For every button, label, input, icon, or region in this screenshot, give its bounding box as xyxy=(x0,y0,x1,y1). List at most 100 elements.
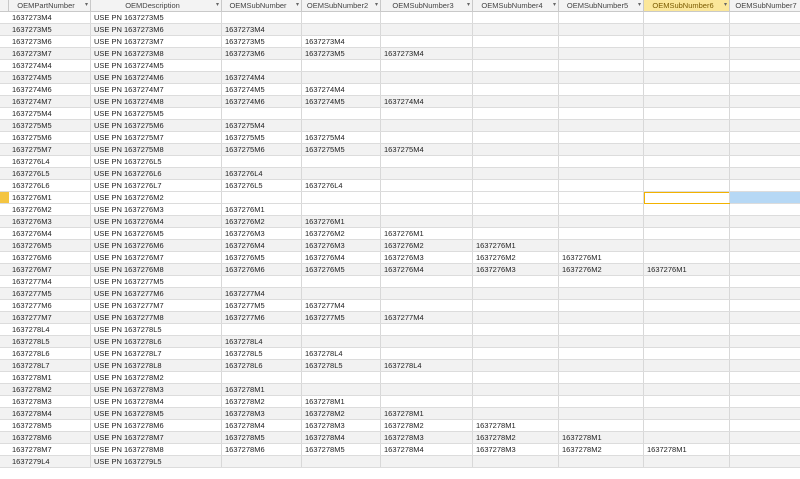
table-cell-oemsubnumber[interactable]: 1637274M6 xyxy=(222,96,302,107)
record-selector[interactable] xyxy=(0,336,9,347)
table-cell-oemsubnumber[interactable]: 1637278L4 xyxy=(222,336,302,347)
table-cell-oemsubnumber4[interactable]: 1637278M1 xyxy=(473,420,559,431)
table-cell-oemsubnumber5[interactable] xyxy=(559,60,644,71)
table-cell-oemsubnumber4[interactable] xyxy=(473,24,559,35)
table-cell-oemsubnumber[interactable]: 1637273M4 xyxy=(222,24,302,35)
table-row[interactable]: 1637273M5 USE PN 1637273M6 1637273M4 xyxy=(0,24,800,36)
table-cell-oemsubnumber7[interactable] xyxy=(730,84,800,95)
table-cell-oemsubnumber2[interactable]: 1637276M2 xyxy=(302,228,381,239)
table-cell-oemsubnumber4[interactable] xyxy=(473,372,559,383)
sort-filter-dropdown-icon[interactable]: ▾ xyxy=(216,0,219,11)
table-cell-oempartnumber[interactable]: 1637276M7 xyxy=(9,264,91,275)
table-cell-oemsubnumber6[interactable] xyxy=(644,456,730,467)
table-cell-oemsubnumber4[interactable]: 1637278M3 xyxy=(473,444,559,455)
table-cell-oemsubnumber3[interactable] xyxy=(381,348,473,359)
sort-filter-dropdown-icon[interactable]: ▾ xyxy=(638,0,641,11)
table-cell-oemdescription[interactable]: USE PN 1637276L7 xyxy=(91,180,222,191)
column-header-oemsubnumber6[interactable]: OEMSubNumber6 ▾ xyxy=(644,0,730,11)
table-cell-oemsubnumber[interactable]: 1637276M5 xyxy=(222,252,302,263)
table-cell-oemsubnumber7[interactable] xyxy=(730,216,800,227)
record-selector[interactable] xyxy=(0,252,9,263)
table-cell-oemdescription[interactable]: USE PN 1637274M6 xyxy=(91,72,222,83)
table-cell-oemsubnumber3[interactable]: 1637273M4 xyxy=(381,48,473,59)
record-selector[interactable] xyxy=(0,216,9,227)
record-selector[interactable] xyxy=(0,132,9,143)
table-cell-oemsubnumber2[interactable]: 1637278M4 xyxy=(302,432,381,443)
table-cell-oemsubnumber7[interactable] xyxy=(730,12,800,23)
record-selector[interactable] xyxy=(0,372,9,383)
table-cell-oemsubnumber[interactable] xyxy=(222,192,302,203)
table-cell-oemsubnumber6[interactable] xyxy=(644,252,730,263)
table-row[interactable]: 1637276M3 USE PN 1637276M4 1637276M2 163727… xyxy=(0,216,800,228)
table-row[interactable]: 1637273M4 USE PN 1637273M5 xyxy=(0,12,800,24)
table-cell-oemsubnumber2[interactable]: 1637277M4 xyxy=(302,300,381,311)
table-cell-oemsubnumber2[interactable]: 1637278M2 xyxy=(302,408,381,419)
table-cell-oemsubnumber7[interactable] xyxy=(730,372,800,383)
record-selector[interactable] xyxy=(0,396,9,407)
table-cell-oemdescription[interactable]: USE PN 1637275M7 xyxy=(91,132,222,143)
table-cell-oemdescription[interactable]: USE PN 1637276M7 xyxy=(91,252,222,263)
table-cell-oemsubnumber5[interactable] xyxy=(559,120,644,131)
table-cell-oemdescription[interactable]: USE PN 1637276M6 xyxy=(91,240,222,251)
table-cell-oemsubnumber7[interactable] xyxy=(730,456,800,467)
table-cell-oemsubnumber4[interactable] xyxy=(473,324,559,335)
table-cell-oemsubnumber7[interactable] xyxy=(730,396,800,407)
table-cell-oempartnumber[interactable]: 1637273M6 xyxy=(9,36,91,47)
table-cell-oemsubnumber2[interactable]: 1637278M5 xyxy=(302,444,381,455)
record-selector[interactable] xyxy=(0,84,9,95)
table-cell-oemsubnumber[interactable]: 1637278M2 xyxy=(222,396,302,407)
table-cell-oemsubnumber2[interactable] xyxy=(302,456,381,467)
table-cell-oempartnumber[interactable]: 1637275M5 xyxy=(9,120,91,131)
table-cell-oemdescription[interactable]: USE PN 1637274M8 xyxy=(91,96,222,107)
table-cell-oemdescription[interactable]: USE PN 1637278M5 xyxy=(91,408,222,419)
table-cell-oemsubnumber[interactable]: 1637276M6 xyxy=(222,264,302,275)
table-cell-oemsubnumber6[interactable] xyxy=(644,360,730,371)
table-cell-oemsubnumber6[interactable] xyxy=(644,12,730,23)
table-cell-oemsubnumber6[interactable] xyxy=(644,156,730,167)
table-cell-oemsubnumber6[interactable] xyxy=(644,72,730,83)
table-cell-oemsubnumber3[interactable] xyxy=(381,132,473,143)
table-cell-oemsubnumber3[interactable] xyxy=(381,276,473,287)
record-selector[interactable] xyxy=(0,144,9,155)
table-cell-oemsubnumber2[interactable] xyxy=(302,156,381,167)
table-cell-oemsubnumber3[interactable] xyxy=(381,384,473,395)
table-cell-oemsubnumber7[interactable] xyxy=(730,180,800,191)
table-row[interactable]: 1637277M7 USE PN 1637277M8 1637277M6 163727… xyxy=(0,312,800,324)
table-cell-oempartnumber[interactable]: 1637278L4 xyxy=(9,324,91,335)
table-cell-oemsubnumber3[interactable]: 1637278M1 xyxy=(381,408,473,419)
table-cell-oemsubnumber7[interactable] xyxy=(730,420,800,431)
table-cell-oemsubnumber[interactable]: 1637278M3 xyxy=(222,408,302,419)
table-cell-oemsubnumber4[interactable] xyxy=(473,96,559,107)
table-row[interactable]: 1637273M6 USE PN 1637273M7 1637273M5 163727… xyxy=(0,36,800,48)
table-cell-oemsubnumber5[interactable] xyxy=(559,396,644,407)
table-cell-oemsubnumber[interactable]: 1637277M5 xyxy=(222,300,302,311)
record-selector[interactable] xyxy=(0,156,9,167)
record-selector[interactable] xyxy=(0,264,9,275)
record-selector[interactable] xyxy=(0,312,9,323)
record-selector[interactable] xyxy=(0,456,9,467)
table-cell-oemsubnumber4[interactable]: 1637276M1 xyxy=(473,240,559,251)
table-cell-oempartnumber[interactable]: 1637278M6 xyxy=(9,432,91,443)
column-header-oemsubnumber[interactable]: OEMSubNumber ▾ xyxy=(222,0,302,11)
table-cell-oempartnumber[interactable]: 1637277M7 xyxy=(9,312,91,323)
table-cell-oempartnumber[interactable]: 1637276L5 xyxy=(9,168,91,179)
table-cell-oemsubnumber6[interactable] xyxy=(644,324,730,335)
table-cell-oemsubnumber4[interactable]: 1637276M2 xyxy=(473,252,559,263)
table-cell-oemsubnumber[interactable]: 1637276L4 xyxy=(222,168,302,179)
table-cell-oemsubnumber5[interactable] xyxy=(559,156,644,167)
record-selector[interactable] xyxy=(0,324,9,335)
table-cell-oemsubnumber3[interactable]: 1637276M3 xyxy=(381,252,473,263)
table-cell-oemdescription[interactable]: USE PN 1637277M7 xyxy=(91,300,222,311)
table-cell-oemdescription[interactable]: USE PN 1637274M7 xyxy=(91,84,222,95)
table-cell-oemsubnumber6[interactable] xyxy=(644,24,730,35)
table-cell-oemsubnumber5[interactable] xyxy=(559,24,644,35)
table-cell-oemsubnumber5[interactable] xyxy=(559,12,644,23)
table-cell-oemdescription[interactable]: USE PN 1637276M8 xyxy=(91,264,222,275)
table-cell-oempartnumber[interactable]: 1637277M5 xyxy=(9,288,91,299)
table-cell-oemdescription[interactable]: USE PN 1637276L5 xyxy=(91,156,222,167)
table-cell-oemsubnumber6[interactable] xyxy=(644,108,730,119)
column-header-oemsubnumber4[interactable]: OEMSubNumber4 ▾ xyxy=(473,0,559,11)
table-row[interactable]: 1637278M1 USE PN 1637278M2 xyxy=(0,372,800,384)
table-cell-oemsubnumber[interactable] xyxy=(222,324,302,335)
table-cell-oemsubnumber4[interactable] xyxy=(473,276,559,287)
